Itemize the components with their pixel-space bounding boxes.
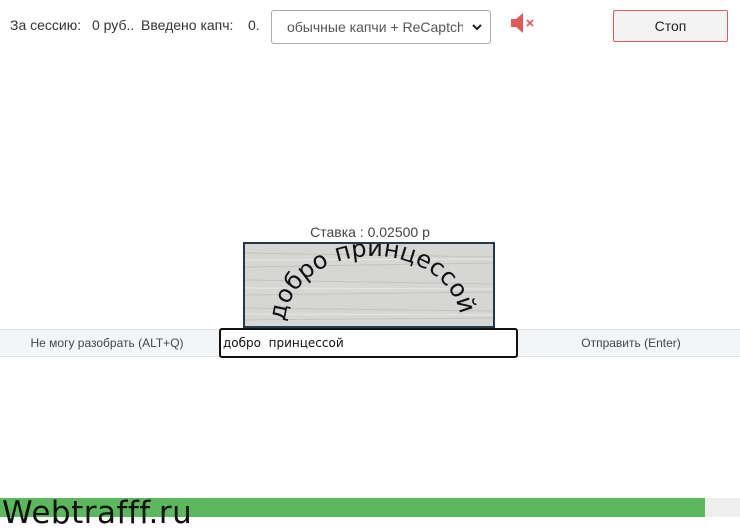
captcha-answer-input[interactable] xyxy=(219,328,518,358)
captchas-entered-label: Введено капч: xyxy=(141,17,234,33)
captcha-image: добро принцессой xyxy=(243,242,495,328)
captcha-action-bar: Не могу разобрать (ALT+Q) Отправить (Ent… xyxy=(0,328,740,358)
rate-display: Ставка : 0.02500 р xyxy=(0,224,740,240)
rate-text: Ставка : 0.02500 р xyxy=(310,224,430,240)
sound-toggle-button[interactable] xyxy=(509,12,539,34)
captcha-mode-selected: обычные капчи + ReCaptcha xyxy=(287,19,463,35)
chevron-down-icon xyxy=(472,24,482,31)
captcha-mode-select[interactable]: обычные капчи + ReCaptcha xyxy=(271,10,491,44)
captchas-entered-value: 0. xyxy=(248,17,260,33)
session-earnings-value: 0 руб.. xyxy=(92,17,135,33)
watermark: Webtrafff.ru xyxy=(2,495,193,531)
stop-button[interactable]: Стоп xyxy=(613,10,728,42)
submit-button[interactable]: Отправить (Enter) xyxy=(522,330,740,357)
speaker-muted-icon xyxy=(511,13,534,33)
cant-read-button[interactable]: Не могу разобрать (ALT+Q) xyxy=(0,330,214,357)
session-earnings-label: За сессию: xyxy=(10,17,82,33)
